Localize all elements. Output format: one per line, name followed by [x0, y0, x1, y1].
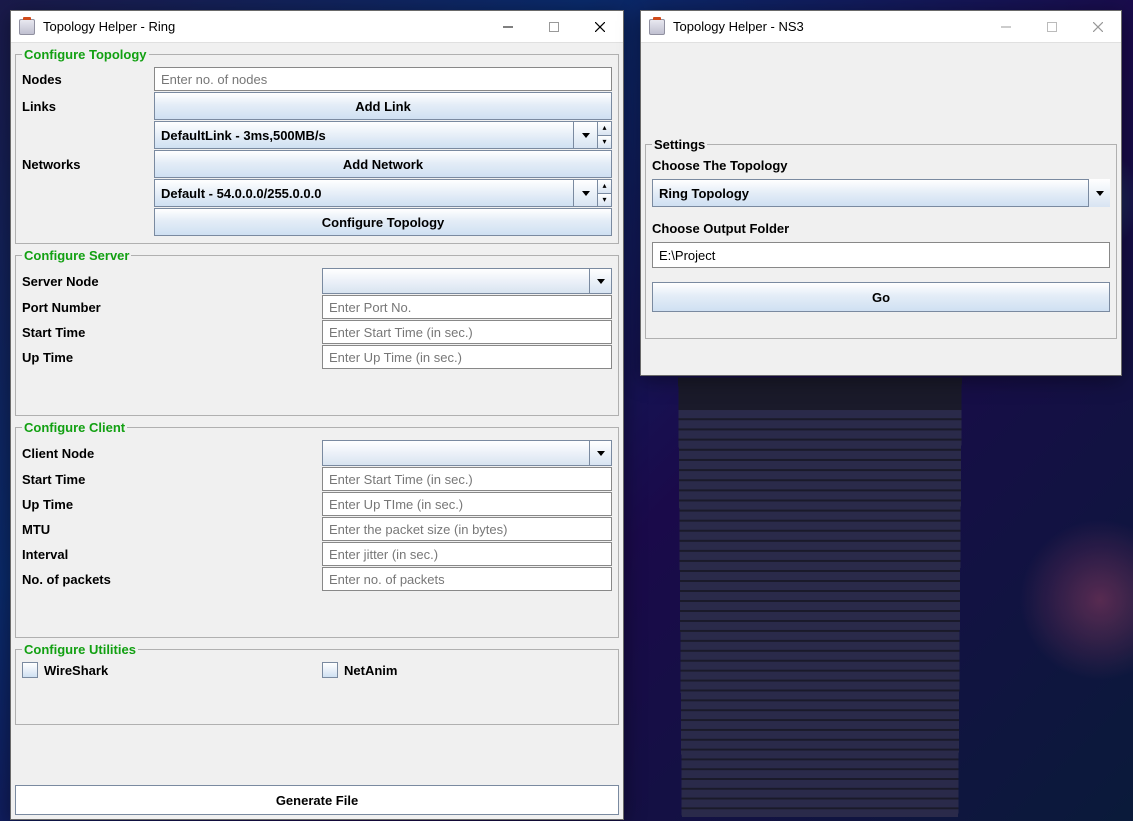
- client-start-input[interactable]: [322, 467, 612, 491]
- link-dropdown-button[interactable]: [574, 121, 598, 149]
- java-app-icon: [19, 19, 35, 35]
- label-client-up: Up Time: [22, 497, 322, 512]
- maximize-button[interactable]: [531, 12, 577, 42]
- legend-topology: Configure Topology: [22, 47, 149, 62]
- label-client-node: Client Node: [22, 446, 322, 461]
- add-network-button[interactable]: Add Network: [154, 150, 612, 178]
- packets-input[interactable]: [322, 567, 612, 591]
- java-app-icon: [649, 19, 665, 35]
- mtu-input[interactable]: [322, 517, 612, 541]
- titlebar-ns3[interactable]: Topology Helper - NS3: [641, 11, 1121, 43]
- label-packets: No. of packets: [22, 572, 322, 587]
- topology-select[interactable]: Ring Topology: [652, 179, 1110, 207]
- link-selector-value: DefaultLink - 3ms,500MB/s: [154, 121, 574, 149]
- close-button[interactable]: [577, 12, 623, 42]
- label-networks: Networks: [22, 157, 154, 172]
- group-settings: Settings Choose The Topology Ring Topolo…: [645, 137, 1117, 339]
- chevron-down-icon: [597, 451, 605, 456]
- chevron-down-icon: [597, 279, 605, 284]
- label-server-start: Start Time: [22, 325, 322, 340]
- configure-topology-button[interactable]: Configure Topology: [154, 208, 612, 236]
- label-choose-folder: Choose Output Folder: [652, 221, 1110, 236]
- nodes-input[interactable]: [154, 67, 612, 91]
- link-spinner-arrows[interactable]: ▴▾: [598, 121, 612, 149]
- netanim-checkbox-row[interactable]: NetAnim: [322, 662, 612, 678]
- legend-server: Configure Server: [22, 248, 131, 263]
- interval-input[interactable]: [322, 542, 612, 566]
- legend-utilities: Configure Utilities: [22, 642, 138, 657]
- server-node-dropdown-button[interactable]: [590, 268, 612, 294]
- group-configure-topology: Configure Topology Nodes Links Add Link …: [15, 47, 619, 244]
- chevron-down-icon: [582, 191, 590, 196]
- label-interval: Interval: [22, 547, 322, 562]
- maximize-button[interactable]: [1029, 12, 1075, 42]
- window-title: Topology Helper - NS3: [673, 19, 804, 34]
- label-choose-topology: Choose The Topology: [652, 158, 1110, 173]
- netanim-checkbox[interactable]: [322, 662, 338, 678]
- network-spinner-arrows[interactable]: ▴▾: [598, 179, 612, 207]
- label-links: Links: [22, 99, 154, 114]
- window-ns3: Topology Helper - NS3 Settings Choose Th…: [640, 10, 1122, 376]
- group-configure-client: Configure Client Client Node Start Time …: [15, 420, 619, 638]
- label-port: Port Number: [22, 300, 322, 315]
- label-nodes: Nodes: [22, 72, 154, 87]
- chevron-down-icon: [582, 133, 590, 138]
- wireshark-checkbox[interactable]: [22, 662, 38, 678]
- close-button[interactable]: [1075, 12, 1121, 42]
- port-input[interactable]: [322, 295, 612, 319]
- window-ring: Topology Helper - Ring Configure Topolog…: [10, 10, 624, 820]
- client-up-input[interactable]: [322, 492, 612, 516]
- window-title: Topology Helper - Ring: [43, 19, 175, 34]
- legend-settings: Settings: [652, 137, 707, 152]
- wireshark-checkbox-row[interactable]: WireShark: [22, 662, 322, 678]
- server-start-input[interactable]: [322, 320, 612, 344]
- label-server-node: Server Node: [22, 274, 322, 289]
- label-mtu: MTU: [22, 522, 322, 537]
- group-configure-server: Configure Server Server Node Port Number…: [15, 248, 619, 416]
- network-selector-value: Default - 54.0.0.0/255.0.0.0: [154, 179, 574, 207]
- legend-client: Configure Client: [22, 420, 127, 435]
- label-server-up: Up Time: [22, 350, 322, 365]
- go-button[interactable]: Go: [652, 282, 1110, 312]
- group-configure-utilities: Configure Utilities WireShark NetAnim: [15, 642, 619, 725]
- client-node-dropdown-button[interactable]: [590, 440, 612, 466]
- wireshark-label: WireShark: [44, 663, 108, 678]
- server-node-combo[interactable]: [322, 268, 612, 294]
- label-client-start: Start Time: [22, 472, 322, 487]
- network-selector[interactable]: Default - 54.0.0.0/255.0.0.0 ▴▾: [154, 179, 612, 207]
- netanim-label: NetAnim: [344, 663, 397, 678]
- topology-select-wrap[interactable]: Ring Topology: [652, 179, 1110, 207]
- minimize-button[interactable]: [485, 12, 531, 42]
- output-folder-input[interactable]: [652, 242, 1110, 268]
- generate-file-button[interactable]: Generate File: [15, 785, 619, 815]
- client-node-combo[interactable]: [322, 440, 612, 466]
- add-link-button[interactable]: Add Link: [154, 92, 612, 120]
- network-dropdown-button[interactable]: [574, 179, 598, 207]
- link-selector[interactable]: DefaultLink - 3ms,500MB/s ▴▾: [154, 121, 612, 149]
- titlebar-ring[interactable]: Topology Helper - Ring: [11, 11, 623, 43]
- server-up-input[interactable]: [322, 345, 612, 369]
- minimize-button[interactable]: [983, 12, 1029, 42]
